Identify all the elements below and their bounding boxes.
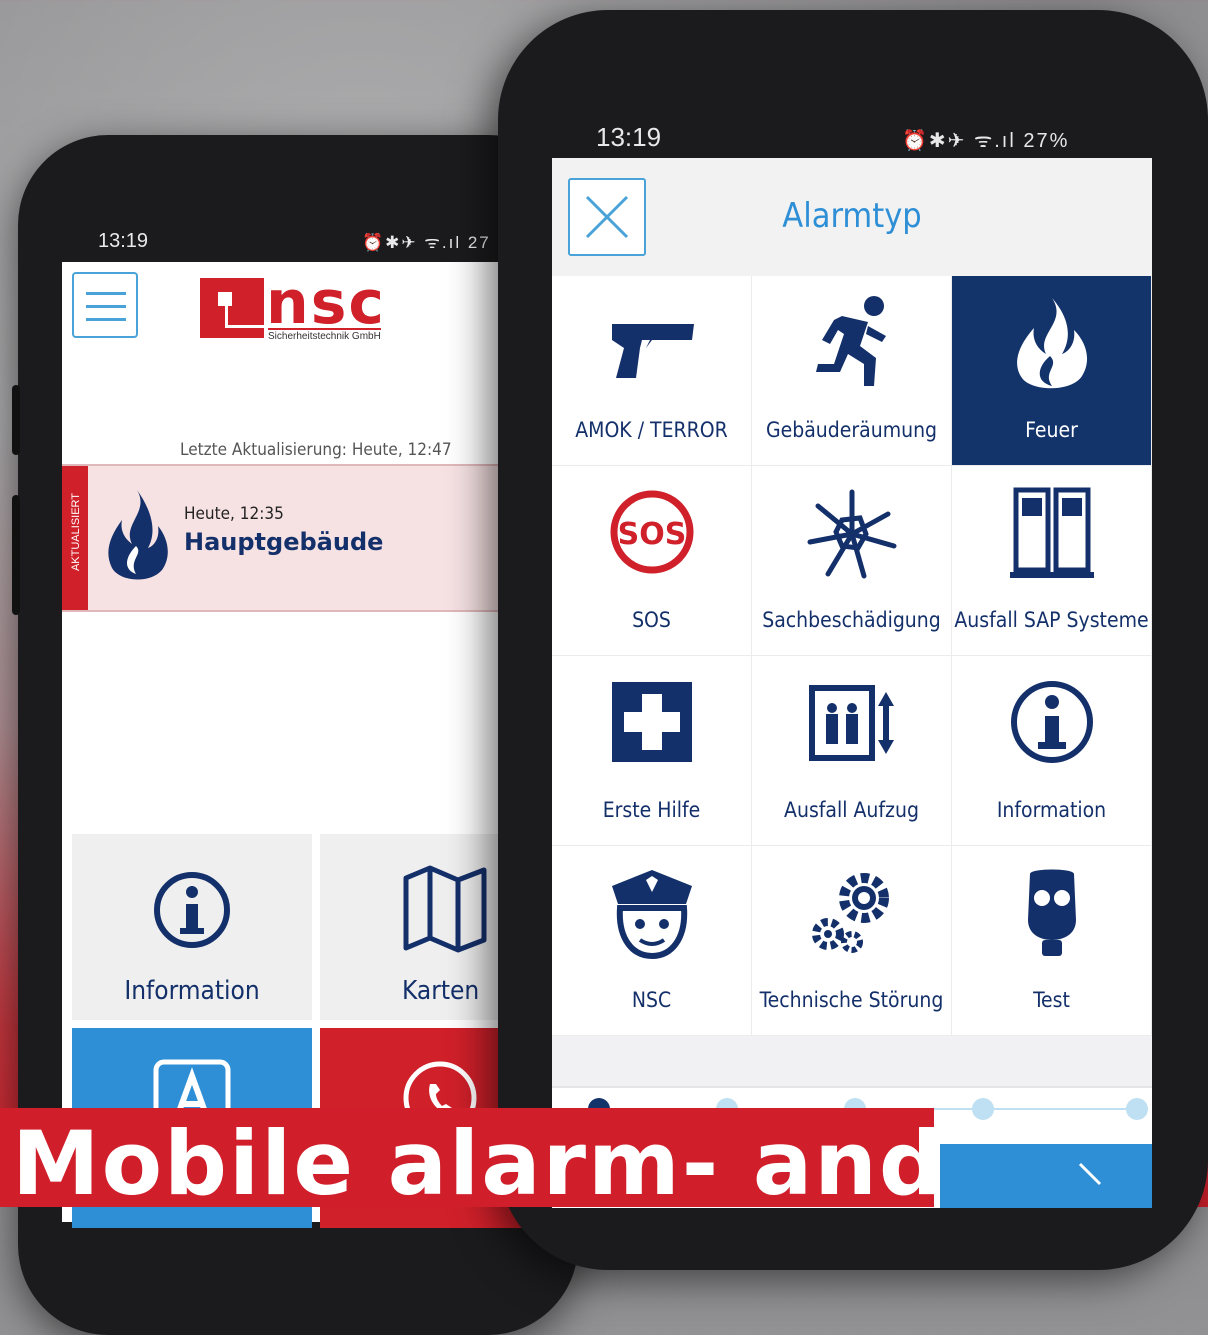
chevron-right-icon bbox=[1078, 1162, 1102, 1186]
alarm-type-label: Gebäuderäumung bbox=[765, 418, 938, 442]
last-update-text: Letzte Aktualisierung: Heute, 12:47 bbox=[180, 440, 452, 460]
gas-mask-icon bbox=[1028, 869, 1076, 956]
menu-button[interactable] bbox=[72, 272, 138, 338]
alarm-type-label: Information bbox=[996, 798, 1107, 822]
status-bar: 13:19 ⏰✱✈ ᯤ.ıl 27 bbox=[62, 222, 522, 262]
server-icon bbox=[1010, 487, 1094, 578]
status-time: 13:19 bbox=[98, 230, 149, 252]
step-5 bbox=[1126, 1098, 1148, 1120]
alarm-type-label: NSC bbox=[631, 988, 672, 1012]
alert-card[interactable]: AKTUALISIERT Heute, 12:35 Hauptgebäude bbox=[62, 464, 522, 612]
page-title: Alarmtyp bbox=[782, 196, 922, 236]
next-button[interactable] bbox=[940, 1144, 1152, 1208]
alarm-type-amok[interactable]: AMOK / TERROR bbox=[552, 276, 752, 466]
alarm-type-technische-stoerung[interactable]: Technische Störung bbox=[752, 846, 952, 1036]
alarm-type-label: Erste Hilfe bbox=[602, 798, 701, 822]
logo-subtitle: Sicherheitstechnik GmbH bbox=[268, 328, 381, 342]
tile-label: Information bbox=[124, 976, 260, 1006]
alarm-type-label: Test bbox=[1033, 988, 1070, 1012]
nsc-logo: nsc Sicherheitstechnik GmbH bbox=[200, 268, 440, 342]
alarm-type-ausfall-sap[interactable]: Ausfall SAP Systeme bbox=[952, 466, 1152, 656]
updated-tag: AKTUALISIERT bbox=[62, 466, 88, 610]
running-person-icon bbox=[816, 296, 886, 386]
alert-time: Heute, 12:35 bbox=[184, 504, 284, 524]
fire-icon bbox=[1017, 298, 1088, 389]
spacer bbox=[552, 1036, 1152, 1088]
alarm-type-sos[interactable]: SOS SOS bbox=[552, 466, 752, 656]
broken-glass-icon bbox=[807, 489, 897, 579]
alarm-type-feuer[interactable]: Feuer bbox=[952, 276, 1152, 466]
status-time: 13:19 bbox=[596, 122, 662, 152]
home-screen: nsc Sicherheitstechnik GmbH Letzte Aktua… bbox=[62, 262, 540, 1228]
step-4 bbox=[972, 1098, 994, 1120]
alarm-type-label: Ausfall SAP Systeme bbox=[954, 608, 1149, 632]
status-icons: ⏰✱✈ ᯤ.ıl 27 bbox=[362, 233, 491, 252]
volume-button bbox=[12, 495, 20, 615]
gun-icon bbox=[612, 324, 694, 378]
police-officer-icon bbox=[612, 870, 692, 960]
updated-tag-label: AKTUALISIERT bbox=[70, 492, 82, 572]
alarm-type-sachbeschaedigung[interactable]: Sachbeschädigung bbox=[752, 466, 952, 656]
alarm-type-label: SOS bbox=[632, 608, 671, 632]
alarm-type-information[interactable]: Information bbox=[952, 656, 1152, 846]
tile-information[interactable]: Information bbox=[72, 834, 312, 1020]
alarm-type-screen: Alarmtyp AMOK / TERROR Gebäuderäumung Fe bbox=[552, 158, 1152, 1208]
volume-button bbox=[12, 385, 20, 455]
gears-icon bbox=[812, 873, 889, 953]
alarm-type-label: Technische Störung bbox=[759, 988, 944, 1012]
map-icon bbox=[403, 865, 487, 953]
info-icon bbox=[1011, 681, 1093, 763]
alarm-type-grid: AMOK / TERROR Gebäuderäumung Feuer SOS S… bbox=[552, 276, 1152, 1036]
elevator-icon bbox=[809, 685, 894, 761]
alarm-type-label: Ausfall Aufzug bbox=[784, 798, 919, 822]
sos-icon: SOS bbox=[610, 490, 694, 574]
headline-banner: Mobile alarm- and bbox=[0, 1108, 942, 1215]
alarm-type-nsc[interactable]: NSC bbox=[552, 846, 752, 1036]
alarm-type-test[interactable]: Test bbox=[952, 846, 1152, 1036]
svg-text:SOS: SOS bbox=[618, 517, 687, 552]
header: Alarmtyp bbox=[552, 158, 1152, 277]
alarm-type-label: AMOK / TERROR bbox=[575, 418, 728, 442]
alarm-type-gebaeuderaeumung[interactable]: Gebäuderäumung bbox=[752, 276, 952, 466]
status-bar: 13:19 ⏰✱✈ ᯤ.ıl 27% bbox=[552, 118, 1152, 158]
alert-title: Hauptgebäude bbox=[184, 528, 384, 556]
alarm-type-erste-hilfe[interactable]: Erste Hilfe bbox=[552, 656, 752, 846]
status-icons: ⏰✱✈ ᯤ.ıl 27% bbox=[902, 130, 1070, 152]
first-aid-icon bbox=[612, 682, 692, 762]
info-icon bbox=[154, 872, 230, 948]
fire-icon bbox=[108, 490, 168, 580]
alarm-type-ausfall-aufzug[interactable]: Ausfall Aufzug bbox=[752, 656, 952, 846]
headline-text: Mobile alarm- and bbox=[12, 1112, 944, 1215]
alarm-type-label: Sachbeschädigung bbox=[762, 608, 941, 632]
alarm-type-label: Feuer bbox=[1025, 418, 1078, 442]
